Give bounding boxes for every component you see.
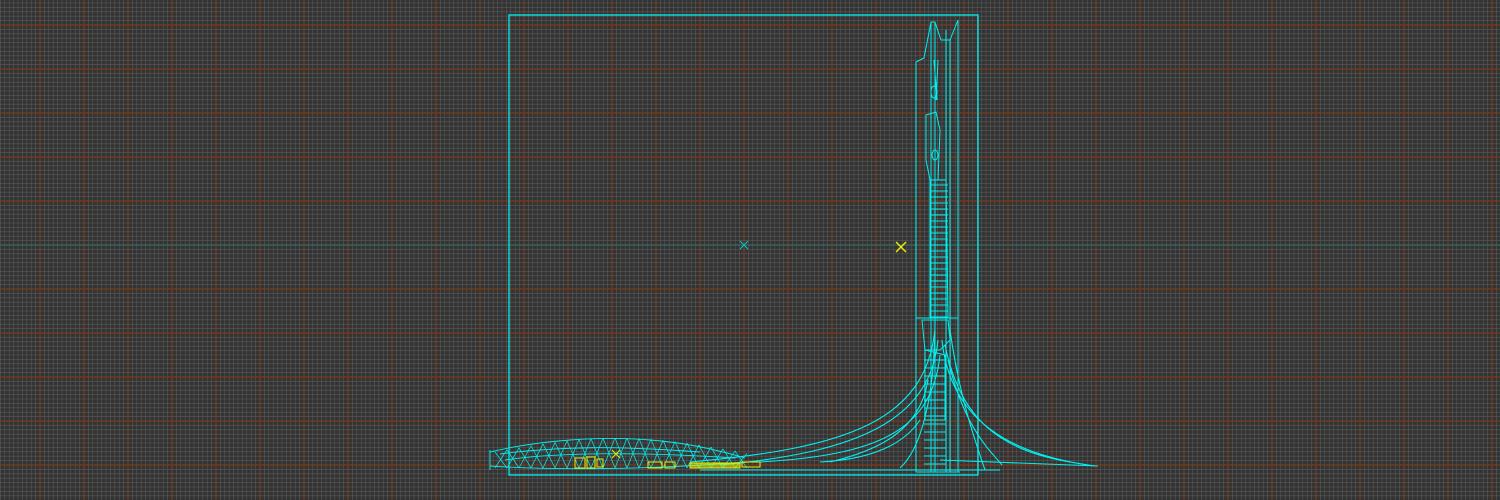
dome-mesh-segment <box>626 437 640 469</box>
light-marker-icon[interactable] <box>895 241 907 253</box>
tower-wireframe[interactable] <box>915 19 960 473</box>
sweep-curves[interactable] <box>689 319 1099 471</box>
selected-objects[interactable] <box>574 449 761 469</box>
wireframe-viewport[interactable] <box>0 0 1500 500</box>
tower-rungs <box>924 184 948 465</box>
dome-mesh-segment <box>638 438 652 469</box>
dome-mesh-segment <box>494 449 508 469</box>
dome-mesh-segment <box>602 437 616 469</box>
dome-mesh-segment <box>650 439 664 469</box>
pivot-marker-icon[interactable] <box>739 240 749 250</box>
scene-wireframe[interactable] <box>0 0 1500 500</box>
